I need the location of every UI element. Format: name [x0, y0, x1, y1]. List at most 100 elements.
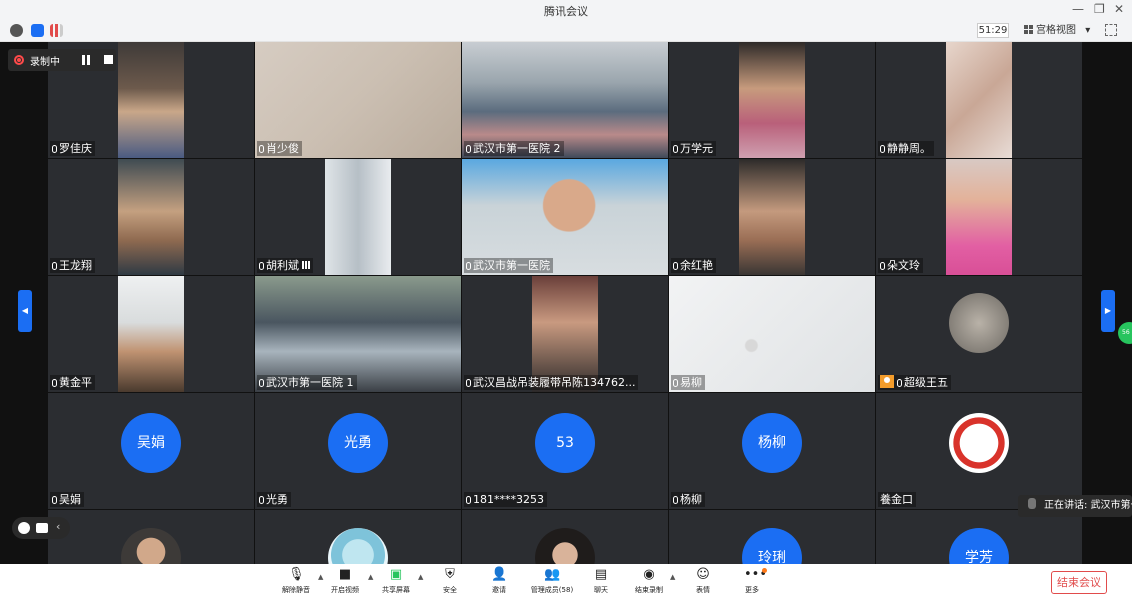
shield-icon[interactable] — [31, 24, 44, 37]
mic-icon — [897, 379, 902, 387]
avatar: 玲琍 — [742, 528, 802, 564]
participant-tile[interactable]: 朵文玲 — [876, 159, 1082, 275]
participant-tile[interactable]: 王龙翔 — [48, 159, 254, 275]
stop-recording-button[interactable] — [104, 55, 113, 64]
avatar: 杨柳 — [742, 413, 802, 473]
collapse-icon[interactable]: ‹ — [56, 520, 60, 533]
participant-name: 王龙翔 — [50, 258, 95, 273]
meeting-info-bar: 51:29 宫格视图 ▾ — [0, 20, 1132, 42]
participant-tile[interactable]: 杨柳 杨柳 — [669, 393, 875, 509]
participant-tile[interactable]: 玲琍 — [669, 510, 875, 564]
members-icon: 👥 — [544, 567, 561, 582]
view-mode-button[interactable]: 宫格视图 ▾ — [1024, 23, 1090, 38]
unmute-button[interactable]: 🎙 解除静音 — [273, 567, 319, 601]
participant-video — [739, 159, 805, 275]
participant-tile[interactable]: 養金口 — [876, 393, 1082, 509]
floating-status-badge[interactable]: 56 — [1118, 322, 1132, 344]
security-button[interactable]: ⛨ 安全 — [427, 567, 473, 601]
mic-icon — [673, 145, 678, 153]
avatar — [949, 293, 1009, 353]
mic-icon — [880, 145, 885, 153]
chevron-up-icon[interactable]: ▲ — [670, 573, 675, 581]
participant-video — [118, 159, 184, 275]
participant-tile[interactable]: 53 181****3253 — [462, 393, 668, 509]
participant-tile[interactable]: 静静周。 — [876, 42, 1082, 158]
mic-icon — [259, 496, 264, 504]
restore-icon[interactable]: ❐ — [1094, 2, 1105, 16]
participant-name: 易柳 — [671, 375, 705, 390]
previous-page-button[interactable]: ◀ — [18, 290, 32, 332]
participant-tile[interactable]: 超级王五 — [876, 276, 1082, 392]
window-title: 腾讯会议 — [544, 5, 588, 18]
participant-tile[interactable]: 胡利斌 — [255, 159, 461, 275]
participant-tile[interactable]: 吴娟 吴娟 — [48, 393, 254, 509]
mic-icon — [673, 496, 678, 504]
recording-status: 录制中 — [30, 57, 60, 68]
next-page-button[interactable]: ▶ — [1101, 290, 1115, 332]
participant-name: 181****3253 — [464, 492, 547, 507]
participant-tile[interactable] — [255, 510, 461, 564]
chevron-down-icon: ▾ — [1085, 25, 1091, 36]
signal-icon — [302, 261, 310, 269]
mic-icon — [52, 496, 57, 504]
pause-recording-button[interactable] — [82, 55, 90, 65]
fullscreen-icon[interactable] — [1105, 24, 1117, 36]
participant-tile[interactable] — [462, 510, 668, 564]
speaking-indicator: 正在讲话: 武汉市第一 — [1018, 495, 1132, 517]
participant-tile[interactable]: 学芳 — [876, 510, 1082, 564]
chevron-up-icon[interactable]: ▲ — [418, 573, 423, 581]
stop-record-icon: ◉ — [643, 567, 655, 582]
participant-name: 武汉市第一医院 — [464, 258, 553, 273]
invite-button[interactable]: 👤 邀请 — [476, 567, 522, 601]
participant-video — [946, 42, 1012, 158]
signal-icon[interactable] — [50, 24, 63, 37]
participant-tile[interactable]: 黄金平 — [48, 276, 254, 392]
screen-share-icon: ▣ — [389, 567, 403, 582]
notification-dot — [762, 568, 767, 573]
participant-tile[interactable]: 武汉市第一医院 1 — [255, 276, 461, 392]
more-button[interactable]: ••• 更多 — [729, 567, 775, 601]
participant-tile[interactable]: 万学元 — [669, 42, 875, 158]
avatar — [328, 528, 388, 564]
keyboard-icon[interactable] — [36, 523, 48, 533]
participant-name: 朵文玲 — [878, 258, 923, 273]
recording-indicator: 录制中 — [8, 49, 116, 71]
participant-tile[interactable]: 肖少俊 — [255, 42, 461, 158]
participant-tile[interactable]: 武汉昌战吊装履带吊陈134762... — [462, 276, 668, 392]
chat-button[interactable]: ▤ 聊天 — [578, 567, 624, 601]
participant-tile[interactable]: 余红艳 — [669, 159, 875, 275]
info-icon[interactable] — [10, 24, 23, 37]
participant-tile-active-speaker[interactable]: 武汉市第一医院 — [462, 159, 668, 275]
chat-icon: ▤ — [594, 567, 608, 582]
start-video-button[interactable]: ■ 开启视频 — [322, 567, 368, 601]
participant-name: 万学元 — [671, 141, 716, 156]
bottom-left-controls: ‹ — [12, 517, 70, 539]
mic-icon — [52, 262, 57, 270]
manage-members-button[interactable]: 👥 管理成员(58) — [527, 567, 577, 601]
participant-tile[interactable] — [48, 510, 254, 564]
more-icon: ••• — [744, 567, 768, 582]
participant-name: 罗佳庆 — [50, 141, 95, 156]
participant-name: 光勇 — [257, 492, 291, 507]
invite-icon: 👤 — [491, 567, 508, 582]
minimize-icon[interactable]: — — [1072, 2, 1084, 16]
end-recording-button[interactable]: ◉ 结束录制 — [626, 567, 672, 601]
participant-name: 胡利斌 — [257, 258, 313, 273]
participant-tile[interactable]: 武汉市第一医院 2 — [462, 42, 668, 158]
speaking-label: 正在讲话: 武汉市第一 — [1044, 500, 1132, 511]
emoji-icon[interactable] — [18, 522, 30, 534]
participant-name: 静静周。 — [878, 141, 934, 156]
host-icon — [880, 375, 894, 388]
participant-tile[interactable]: 易柳 — [669, 276, 875, 392]
close-icon[interactable]: ✕ — [1114, 2, 1124, 16]
reactions-button[interactable]: ☺ 表情 — [680, 567, 726, 601]
share-screen-button[interactable]: ▣ 共享屏幕 — [373, 567, 419, 601]
participant-video — [118, 42, 184, 158]
participant-tile[interactable]: 光勇 光勇 — [255, 393, 461, 509]
mic-icon — [673, 262, 678, 270]
participant-name: 超级王五 — [878, 375, 951, 390]
emoji-icon: ☺ — [696, 567, 710, 582]
end-meeting-button[interactable]: 结束会议 — [1051, 571, 1107, 594]
mic-icon — [52, 145, 57, 153]
participant-name: 余红艳 — [671, 258, 716, 273]
